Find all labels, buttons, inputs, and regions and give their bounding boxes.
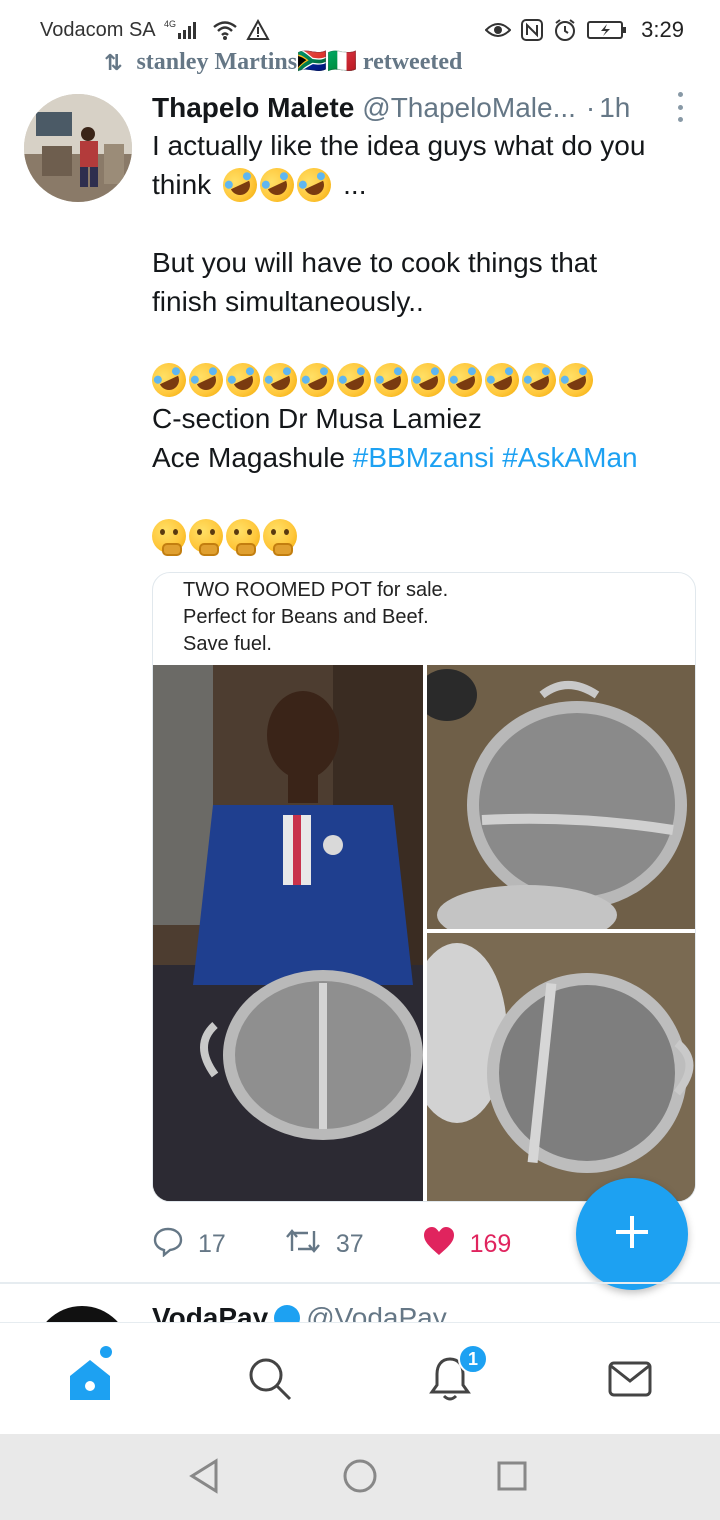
search-icon	[247, 1356, 293, 1407]
retweet-count: 37	[335, 1229, 364, 1258]
like-button[interactable]: 169	[422, 1225, 512, 1264]
rofl-emoji-icon	[331, 356, 377, 403]
rofl-emoji-icon	[553, 356, 599, 403]
status-right: 3:29	[485, 17, 684, 43]
rofl-emoji-icon	[146, 356, 192, 403]
retweet-small-icon: ⇅	[104, 51, 123, 76]
tweet-line-2-text: think	[152, 169, 212, 200]
carrier-name: Vodacom SA	[40, 18, 156, 41]
card-line-3: Save fuel.	[183, 633, 272, 655]
reply-count: 17	[198, 1229, 226, 1258]
thinking-emoji-icon	[152, 518, 186, 556]
next-tweet-avatar[interactable]	[34, 1306, 130, 1322]
envelope-icon	[608, 1361, 652, 1402]
tweet-line-5: C-section Dr Musa Lamiez	[152, 403, 482, 434]
status-left: Vodacom SA 4G	[40, 19, 270, 42]
thinking-emoji-icon	[226, 518, 260, 556]
plus-icon	[612, 1212, 652, 1257]
home-unread-dot	[100, 1346, 112, 1358]
warning-icon	[245, 19, 270, 41]
tweet-actions: 17 37 169	[152, 1222, 572, 1266]
signal-icon: 4G	[164, 19, 204, 41]
recents-square-icon	[496, 1460, 528, 1497]
home-circle-icon	[342, 1458, 378, 1499]
heart-icon	[422, 1225, 456, 1264]
card-line-2: Perfect for Beans and Beef.	[183, 606, 429, 628]
tweet-text: I actually like the idea guys what do yo…	[146, 126, 692, 556]
system-navigation-bar	[0, 1434, 720, 1520]
next-tweet-handle[interactable]: @VodaPay	[306, 1302, 447, 1322]
tweet-line-3: But you will have to cook things that	[152, 247, 598, 278]
retweet-button[interactable]: 37	[284, 1225, 364, 1264]
card-line-1: TWO ROOMED POT for sale.	[183, 579, 449, 601]
photo-pot-with-lid[interactable]	[427, 933, 695, 1201]
hashtag-bbmzansi[interactable]: #BBMzansi	[353, 442, 495, 473]
tweet-line-6: Ace Magashule #BBMzansi #AskAMan	[152, 438, 692, 477]
tweet-line-2-ellipsis: ...	[343, 169, 367, 200]
rofl-emoji-icon	[257, 356, 303, 403]
back-button[interactable]	[182, 1456, 226, 1500]
home-system-button[interactable]	[338, 1456, 382, 1500]
nav-messages[interactable]	[600, 1351, 660, 1411]
rofl-emoji-icon	[516, 356, 562, 403]
rofl-emoji-icon	[294, 356, 340, 403]
clock-time: 3:29	[641, 17, 684, 42]
home-icon	[66, 1356, 114, 1407]
separator-dot: ·	[585, 92, 596, 123]
back-triangle-icon	[188, 1457, 220, 1499]
eye-icon	[485, 20, 512, 40]
retweeted-by-text: stanley Martins🇿🇦🇮🇹 retweeted	[136, 50, 463, 75]
recents-button[interactable]	[490, 1456, 534, 1500]
wifi-icon	[212, 19, 238, 41]
retweet-icon	[284, 1225, 322, 1264]
tweet-line-1: I actually like the idea guys what do yo…	[152, 130, 646, 161]
rofl-emoji-icon	[183, 356, 229, 403]
rofl-emoji-icon	[220, 356, 266, 403]
tweet-line-4: finish simultaneously..	[152, 286, 424, 317]
rofl-emoji-icon	[442, 356, 488, 403]
next-tweet-header: VodaPay @VodaPay	[152, 1302, 447, 1322]
media-card[interactable]: TWO ROOMED POT for sale. Perfect for Bea…	[152, 572, 696, 1202]
display-name[interactable]: Thapelo Malete	[152, 92, 354, 124]
user-handle[interactable]: @ThapeloMale...	[362, 92, 576, 124]
photo-man-with-pot[interactable]	[153, 665, 423, 1201]
nfc-icon	[521, 19, 544, 41]
tweet-header: Thapelo Malete @ThapeloMale... · 1h	[152, 88, 692, 128]
more-options-icon[interactable]	[672, 92, 688, 122]
tweet-line-2: think ...	[152, 161, 692, 208]
rofl-emoji-icon	[405, 356, 451, 403]
card-caption: TWO ROOMED POT for sale. Perfect for Bea…	[183, 577, 448, 658]
rofl-emoji-icon	[217, 161, 263, 208]
next-tweet[interactable]: VodaPay @VodaPay	[0, 1284, 720, 1322]
tweet-time: 1h	[599, 92, 631, 123]
battery-icon	[587, 20, 627, 40]
compose-tweet-button[interactable]	[576, 1178, 688, 1290]
thinking-emoji-icon	[189, 518, 223, 556]
rofl-emoji-icon	[479, 356, 525, 403]
rofl-emoji-row	[146, 356, 692, 403]
like-count: 169	[469, 1229, 512, 1258]
network-type: 4G	[164, 19, 176, 29]
rofl-emoji-icon	[254, 161, 300, 208]
photo-pot-top[interactable]	[427, 665, 695, 929]
nav-search[interactable]	[240, 1351, 300, 1411]
notification-badge: 1	[458, 1344, 488, 1374]
rofl-emoji-icon	[368, 356, 414, 403]
reply-icon	[152, 1225, 184, 1264]
alarm-icon	[553, 18, 577, 42]
verified-badge-icon	[274, 1305, 301, 1322]
thinking-emoji-icon	[263, 518, 297, 556]
next-tweet-display-name[interactable]: VodaPay	[152, 1302, 268, 1322]
thinking-emoji-row	[152, 516, 692, 556]
reply-button[interactable]: 17	[152, 1225, 226, 1264]
retweet-context[interactable]: ⇅ stanley Martins🇿🇦🇮🇹 retweeted	[104, 50, 462, 76]
avatar[interactable]	[24, 94, 132, 202]
tweet-line-6-text: Ace Magashule	[152, 442, 346, 473]
bottom-navigation	[0, 1322, 720, 1434]
rofl-emoji-icon	[291, 161, 337, 208]
nav-home[interactable]	[60, 1351, 120, 1411]
hashtag-askaman[interactable]: #AskAMan	[502, 442, 637, 473]
